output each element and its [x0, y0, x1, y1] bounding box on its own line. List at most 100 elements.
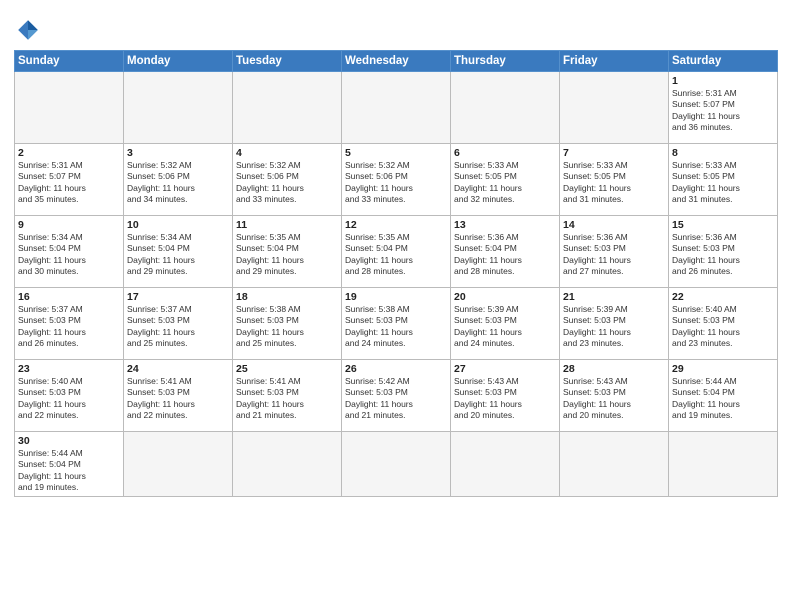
day-info: Sunrise: 5:43 AM Sunset: 5:03 PM Dayligh…	[454, 376, 556, 422]
day-number: 7	[563, 147, 665, 159]
day-number: 29	[672, 363, 774, 375]
day-info: Sunrise: 5:37 AM Sunset: 5:03 PM Dayligh…	[18, 304, 120, 350]
calendar-cell: 1Sunrise: 5:31 AM Sunset: 5:07 PM Daylig…	[669, 72, 778, 144]
day-info: Sunrise: 5:41 AM Sunset: 5:03 PM Dayligh…	[236, 376, 338, 422]
calendar-cell: 27Sunrise: 5:43 AM Sunset: 5:03 PM Dayli…	[451, 360, 560, 432]
day-info: Sunrise: 5:36 AM Sunset: 5:04 PM Dayligh…	[454, 232, 556, 278]
calendar-cell	[233, 432, 342, 497]
weekday-header-wednesday: Wednesday	[342, 51, 451, 72]
logo	[14, 16, 46, 44]
calendar-cell: 8Sunrise: 5:33 AM Sunset: 5:05 PM Daylig…	[669, 144, 778, 216]
calendar-cell	[124, 432, 233, 497]
day-info: Sunrise: 5:44 AM Sunset: 5:04 PM Dayligh…	[18, 448, 120, 494]
day-number: 15	[672, 219, 774, 231]
day-info: Sunrise: 5:32 AM Sunset: 5:06 PM Dayligh…	[345, 160, 447, 206]
weekday-header-saturday: Saturday	[669, 51, 778, 72]
day-number: 24	[127, 363, 229, 375]
day-info: Sunrise: 5:33 AM Sunset: 5:05 PM Dayligh…	[454, 160, 556, 206]
day-info: Sunrise: 5:44 AM Sunset: 5:04 PM Dayligh…	[672, 376, 774, 422]
day-number: 2	[18, 147, 120, 159]
calendar-cell: 18Sunrise: 5:38 AM Sunset: 5:03 PM Dayli…	[233, 288, 342, 360]
calendar-cell: 4Sunrise: 5:32 AM Sunset: 5:06 PM Daylig…	[233, 144, 342, 216]
day-info: Sunrise: 5:33 AM Sunset: 5:05 PM Dayligh…	[563, 160, 665, 206]
day-info: Sunrise: 5:31 AM Sunset: 5:07 PM Dayligh…	[18, 160, 120, 206]
calendar-cell: 15Sunrise: 5:36 AM Sunset: 5:03 PM Dayli…	[669, 216, 778, 288]
day-number: 18	[236, 291, 338, 303]
day-number: 14	[563, 219, 665, 231]
day-number: 11	[236, 219, 338, 231]
calendar-cell: 17Sunrise: 5:37 AM Sunset: 5:03 PM Dayli…	[124, 288, 233, 360]
day-number: 28	[563, 363, 665, 375]
calendar-cell: 26Sunrise: 5:42 AM Sunset: 5:03 PM Dayli…	[342, 360, 451, 432]
calendar-cell: 7Sunrise: 5:33 AM Sunset: 5:05 PM Daylig…	[560, 144, 669, 216]
day-info: Sunrise: 5:31 AM Sunset: 5:07 PM Dayligh…	[672, 88, 774, 134]
calendar-cell: 10Sunrise: 5:34 AM Sunset: 5:04 PM Dayli…	[124, 216, 233, 288]
calendar-cell	[560, 72, 669, 144]
day-number: 25	[236, 363, 338, 375]
day-number: 17	[127, 291, 229, 303]
weekday-header-thursday: Thursday	[451, 51, 560, 72]
day-info: Sunrise: 5:34 AM Sunset: 5:04 PM Dayligh…	[18, 232, 120, 278]
calendar-cell: 24Sunrise: 5:41 AM Sunset: 5:03 PM Dayli…	[124, 360, 233, 432]
weekday-header-tuesday: Tuesday	[233, 51, 342, 72]
calendar-cell: 6Sunrise: 5:33 AM Sunset: 5:05 PM Daylig…	[451, 144, 560, 216]
day-info: Sunrise: 5:38 AM Sunset: 5:03 PM Dayligh…	[345, 304, 447, 350]
day-number: 5	[345, 147, 447, 159]
day-info: Sunrise: 5:33 AM Sunset: 5:05 PM Dayligh…	[672, 160, 774, 206]
day-info: Sunrise: 5:32 AM Sunset: 5:06 PM Dayligh…	[127, 160, 229, 206]
day-number: 21	[563, 291, 665, 303]
calendar-cell: 21Sunrise: 5:39 AM Sunset: 5:03 PM Dayli…	[560, 288, 669, 360]
calendar-cell	[342, 432, 451, 497]
day-info: Sunrise: 5:42 AM Sunset: 5:03 PM Dayligh…	[345, 376, 447, 422]
day-number: 12	[345, 219, 447, 231]
day-number: 16	[18, 291, 120, 303]
day-number: 9	[18, 219, 120, 231]
weekday-header-monday: Monday	[124, 51, 233, 72]
weekday-header-sunday: Sunday	[15, 51, 124, 72]
calendar-cell: 12Sunrise: 5:35 AM Sunset: 5:04 PM Dayli…	[342, 216, 451, 288]
calendar-cell	[124, 72, 233, 144]
day-number: 4	[236, 147, 338, 159]
day-info: Sunrise: 5:37 AM Sunset: 5:03 PM Dayligh…	[127, 304, 229, 350]
day-number: 13	[454, 219, 556, 231]
day-number: 3	[127, 147, 229, 159]
calendar-cell	[669, 432, 778, 497]
calendar-cell	[342, 72, 451, 144]
calendar-cell: 22Sunrise: 5:40 AM Sunset: 5:03 PM Dayli…	[669, 288, 778, 360]
calendar-cell: 2Sunrise: 5:31 AM Sunset: 5:07 PM Daylig…	[15, 144, 124, 216]
calendar-cell	[560, 432, 669, 497]
day-number: 8	[672, 147, 774, 159]
calendar-cell: 25Sunrise: 5:41 AM Sunset: 5:03 PM Dayli…	[233, 360, 342, 432]
day-number: 26	[345, 363, 447, 375]
day-number: 27	[454, 363, 556, 375]
day-number: 6	[454, 147, 556, 159]
calendar-cell	[451, 432, 560, 497]
day-info: Sunrise: 5:38 AM Sunset: 5:03 PM Dayligh…	[236, 304, 338, 350]
calendar-cell: 13Sunrise: 5:36 AM Sunset: 5:04 PM Dayli…	[451, 216, 560, 288]
day-info: Sunrise: 5:41 AM Sunset: 5:03 PM Dayligh…	[127, 376, 229, 422]
calendar-cell: 23Sunrise: 5:40 AM Sunset: 5:03 PM Dayli…	[15, 360, 124, 432]
calendar-cell: 19Sunrise: 5:38 AM Sunset: 5:03 PM Dayli…	[342, 288, 451, 360]
day-info: Sunrise: 5:36 AM Sunset: 5:03 PM Dayligh…	[672, 232, 774, 278]
day-info: Sunrise: 5:34 AM Sunset: 5:04 PM Dayligh…	[127, 232, 229, 278]
day-number: 23	[18, 363, 120, 375]
calendar-cell: 3Sunrise: 5:32 AM Sunset: 5:06 PM Daylig…	[124, 144, 233, 216]
calendar-cell: 16Sunrise: 5:37 AM Sunset: 5:03 PM Dayli…	[15, 288, 124, 360]
day-info: Sunrise: 5:35 AM Sunset: 5:04 PM Dayligh…	[236, 232, 338, 278]
day-info: Sunrise: 5:39 AM Sunset: 5:03 PM Dayligh…	[454, 304, 556, 350]
calendar-cell	[233, 72, 342, 144]
day-number: 10	[127, 219, 229, 231]
calendar-cell: 14Sunrise: 5:36 AM Sunset: 5:03 PM Dayli…	[560, 216, 669, 288]
header	[14, 10, 778, 44]
day-number: 20	[454, 291, 556, 303]
weekday-header-friday: Friday	[560, 51, 669, 72]
calendar-cell: 28Sunrise: 5:43 AM Sunset: 5:03 PM Dayli…	[560, 360, 669, 432]
day-info: Sunrise: 5:43 AM Sunset: 5:03 PM Dayligh…	[563, 376, 665, 422]
day-number: 19	[345, 291, 447, 303]
day-number: 30	[18, 435, 120, 447]
page: SundayMondayTuesdayWednesdayThursdayFrid…	[0, 0, 792, 612]
day-info: Sunrise: 5:39 AM Sunset: 5:03 PM Dayligh…	[563, 304, 665, 350]
day-info: Sunrise: 5:32 AM Sunset: 5:06 PM Dayligh…	[236, 160, 338, 206]
day-info: Sunrise: 5:40 AM Sunset: 5:03 PM Dayligh…	[18, 376, 120, 422]
day-info: Sunrise: 5:40 AM Sunset: 5:03 PM Dayligh…	[672, 304, 774, 350]
